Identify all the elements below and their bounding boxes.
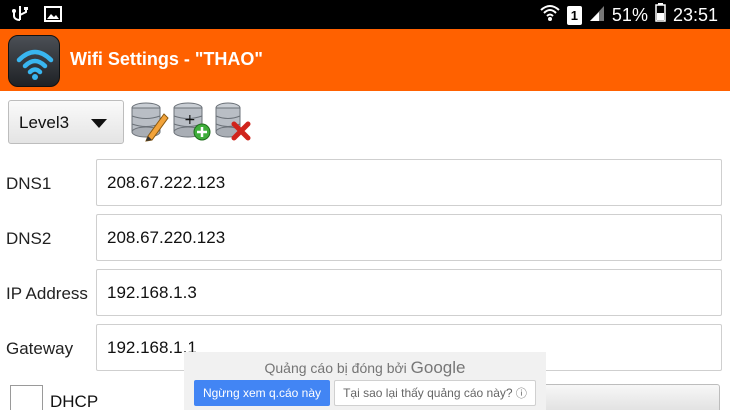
battery-percent: 51% xyxy=(611,4,648,25)
svg-text:+: + xyxy=(184,112,196,128)
why-this-ad-button[interactable]: Tại sao lại thấy quảng cáo này? ⓘ xyxy=(334,380,536,406)
ad-closed-text: Quảng cáo bị đóng bởi Google xyxy=(184,358,546,378)
wifi-icon xyxy=(540,4,560,27)
dhcp-label: DHCP xyxy=(50,392,99,410)
database-delete-button[interactable] xyxy=(214,100,254,142)
signal-icon xyxy=(589,4,605,27)
clock: 23:51 xyxy=(672,4,718,25)
why-this-ad-label: Tại sao lại thấy quảng cáo này? xyxy=(343,386,513,400)
dns2-label: DNS2 xyxy=(6,229,52,248)
google-brand: Google xyxy=(410,358,466,377)
ip-address-input[interactable] xyxy=(96,269,722,316)
profile-select-value: Level3 xyxy=(19,113,70,132)
sim-icon: 1 xyxy=(566,5,582,25)
dns1-label: DNS1 xyxy=(6,174,52,193)
database-add-icon: + xyxy=(173,102,211,141)
database-add-button[interactable]: + xyxy=(172,100,212,142)
database-edit-icon xyxy=(131,102,169,142)
dns2-input[interactable] xyxy=(96,214,722,261)
battery-icon xyxy=(655,3,666,27)
ad-closed-message: Quảng cáo bị đóng bởi xyxy=(264,360,407,376)
status-bar: 1 51% 23:51 xyxy=(0,0,730,29)
database-edit-button[interactable] xyxy=(130,100,170,142)
partially-hidden-button[interactable] xyxy=(540,384,720,410)
page-title: Wifi Settings - "THAO" xyxy=(70,49,263,69)
dns1-input[interactable] xyxy=(96,159,722,206)
profile-select[interactable]: Level3 xyxy=(8,100,124,144)
stop-seeing-ad-button[interactable]: Ngừng xem q.cáo này xyxy=(194,380,330,406)
app-wifi-icon xyxy=(8,35,60,87)
usb-icon xyxy=(10,5,30,28)
dhcp-checkbox[interactable] xyxy=(10,385,43,410)
info-icon: ⓘ xyxy=(515,388,527,400)
database-delete-icon xyxy=(215,102,251,141)
ip-address-label: IP Address xyxy=(6,284,88,303)
image-icon xyxy=(44,6,62,27)
dropdown-arrow-icon xyxy=(91,119,107,128)
title-bar: Wifi Settings - "THAO" xyxy=(0,29,730,91)
gateway-label: Gateway xyxy=(6,339,74,358)
ad-closed-banner: Quảng cáo bị đóng bởi Google Ngừng xem q… xyxy=(184,352,546,410)
